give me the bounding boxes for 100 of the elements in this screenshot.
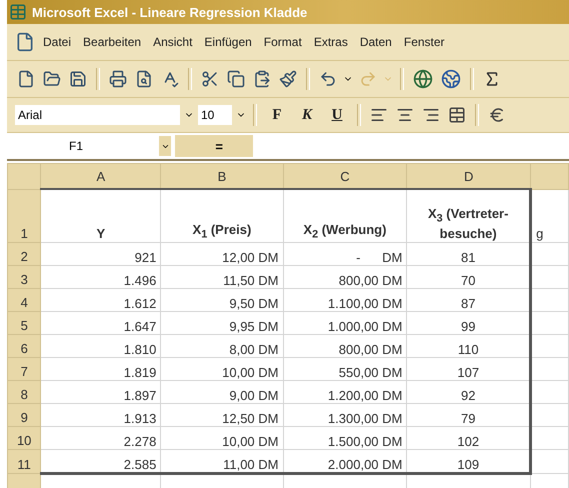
table-cell: 9,95 DM [160,312,283,334]
table-cell: X$_{1}$ (Preis) [160,189,283,242]
table-cell: 11,50 DM [160,266,283,288]
table-cell: 800,00 DM [283,334,407,358]
italic-button[interactable]: K [294,106,320,124]
row-header[interactable]: 4 [8,288,41,312]
document-icon[interactable] [15,32,35,52]
table-cell: X$_{2}$ (Werbung) [283,189,407,242]
table-cell: 1.496 [40,266,161,288]
menu-item[interactable]: Extras [310,33,352,51]
brush-icon [279,70,297,88]
table-cell: 10,00 DM [160,358,283,380]
merge-cells-icon [448,106,466,124]
table-cell: 1.819 [40,358,161,380]
table-cell: 1.647 [40,312,161,334]
font-size-field[interactable]: 10 [198,105,232,125]
table-cell: 99 [406,312,531,334]
globe-button[interactable] [411,67,435,91]
table-cell: 87 [406,288,531,312]
column-header[interactable]: A [40,164,161,189]
menu-item[interactable]: Fenster [400,33,449,51]
row-header[interactable]: 1 [8,189,41,242]
print-preview-icon [135,70,153,88]
table-cell: 107 [406,358,531,380]
table-cell: 2.000,00 DM [283,450,407,474]
printer-icon [109,70,127,88]
table-cell: 9,00 DM [160,380,283,404]
row-header[interactable]: 2 [8,242,41,266]
menu-item[interactable]: Bearbeiten [79,33,146,51]
name-box-dropdown[interactable] [159,136,171,156]
align-center-icon [396,106,414,124]
table-cell: 800,00 DM [283,266,407,288]
save-icon [69,70,87,88]
table-cell: 12,00 DM [160,242,283,266]
web-globe-button[interactable] [439,67,463,91]
table-cell: 921 [40,242,161,266]
column-header[interactable]: B [160,164,283,189]
printer-button[interactable] [107,68,129,90]
align-right-icon [422,106,440,124]
table-cell: g [530,189,568,242]
table-cell: 9,50 DM [160,288,283,312]
column-header[interactable]: D [406,164,531,189]
table-cell: 1.810 [40,334,161,358]
redo-icon [359,70,377,88]
row-header[interactable]: 3 [8,266,41,288]
table-cell: 1.897 [40,380,161,404]
row-header[interactable]: 11 [8,450,41,474]
column-header[interactable]: C [283,164,407,189]
menu-item[interactable]: Ansicht [149,33,196,51]
row-header[interactable]: 5 [8,312,41,334]
table-cell: 11,00 DM [160,450,283,474]
font-field[interactable]: Arial [15,105,180,125]
table-cell: 2.585 [40,450,161,474]
table-cell: - DM [283,242,407,266]
menu-item[interactable]: Datei [39,33,76,51]
table-cell: 10,00 DM [160,426,283,450]
table-cell: 70 [406,266,531,288]
row-header[interactable]: 6 [8,334,41,358]
table-cell: 1.200,00 DM [283,380,407,404]
table-cell: 81 [406,242,531,266]
table-cell: 79 [406,404,531,426]
table-cell: 1.000,00 DM [283,312,407,334]
open-folder-icon [43,70,61,88]
table-cell: 1.500,00 DM [283,426,407,450]
row-header[interactable]: 9 [8,404,41,426]
undo-icon [319,70,337,88]
table-cell: 12,50 DM [160,404,283,426]
equals-button[interactable]: = [175,135,253,157]
row-header[interactable]: 7 [8,358,41,380]
copy-icon [227,70,245,88]
excel-icon [9,3,27,21]
table-cell: 1.913 [40,404,161,426]
table-cell: 2.278 [40,426,161,450]
table-cell: 109 [406,450,531,474]
underline-button[interactable]: U [324,106,350,124]
row-header[interactable]: 8 [8,380,41,404]
scissors-icon [201,70,219,88]
bold-button[interactable]: F [264,106,290,124]
paste-icon [253,70,271,88]
table-cell: 1.612 [40,288,161,312]
table-cell: Y [40,189,161,242]
table-cell: 92 [406,380,531,404]
menu-item[interactable]: Einfügen [200,33,256,51]
table-cell: 8,00 DM [160,334,283,358]
menu-item[interactable]: Format [260,33,306,51]
brush-button[interactable] [277,68,299,90]
globe-icon [413,69,433,89]
globe-icon [441,69,461,89]
new-file-icon [17,70,35,88]
table-cell: 1.300,00 DM [283,404,407,426]
copy-button[interactable] [225,68,247,90]
table-cell: 102 [406,426,531,450]
table-cell: 1.100,00 DM [283,288,407,312]
align-left-icon [370,106,388,124]
row-header[interactable]: 10 [8,426,41,450]
window-title: Microsoft Excel - Lineare Regression Kladde [32,4,308,20]
name-box[interactable]: F1 [7,135,159,157]
menu-item[interactable]: Daten [356,33,396,51]
table-cell: 110 [406,334,531,358]
euro-icon [488,106,506,124]
